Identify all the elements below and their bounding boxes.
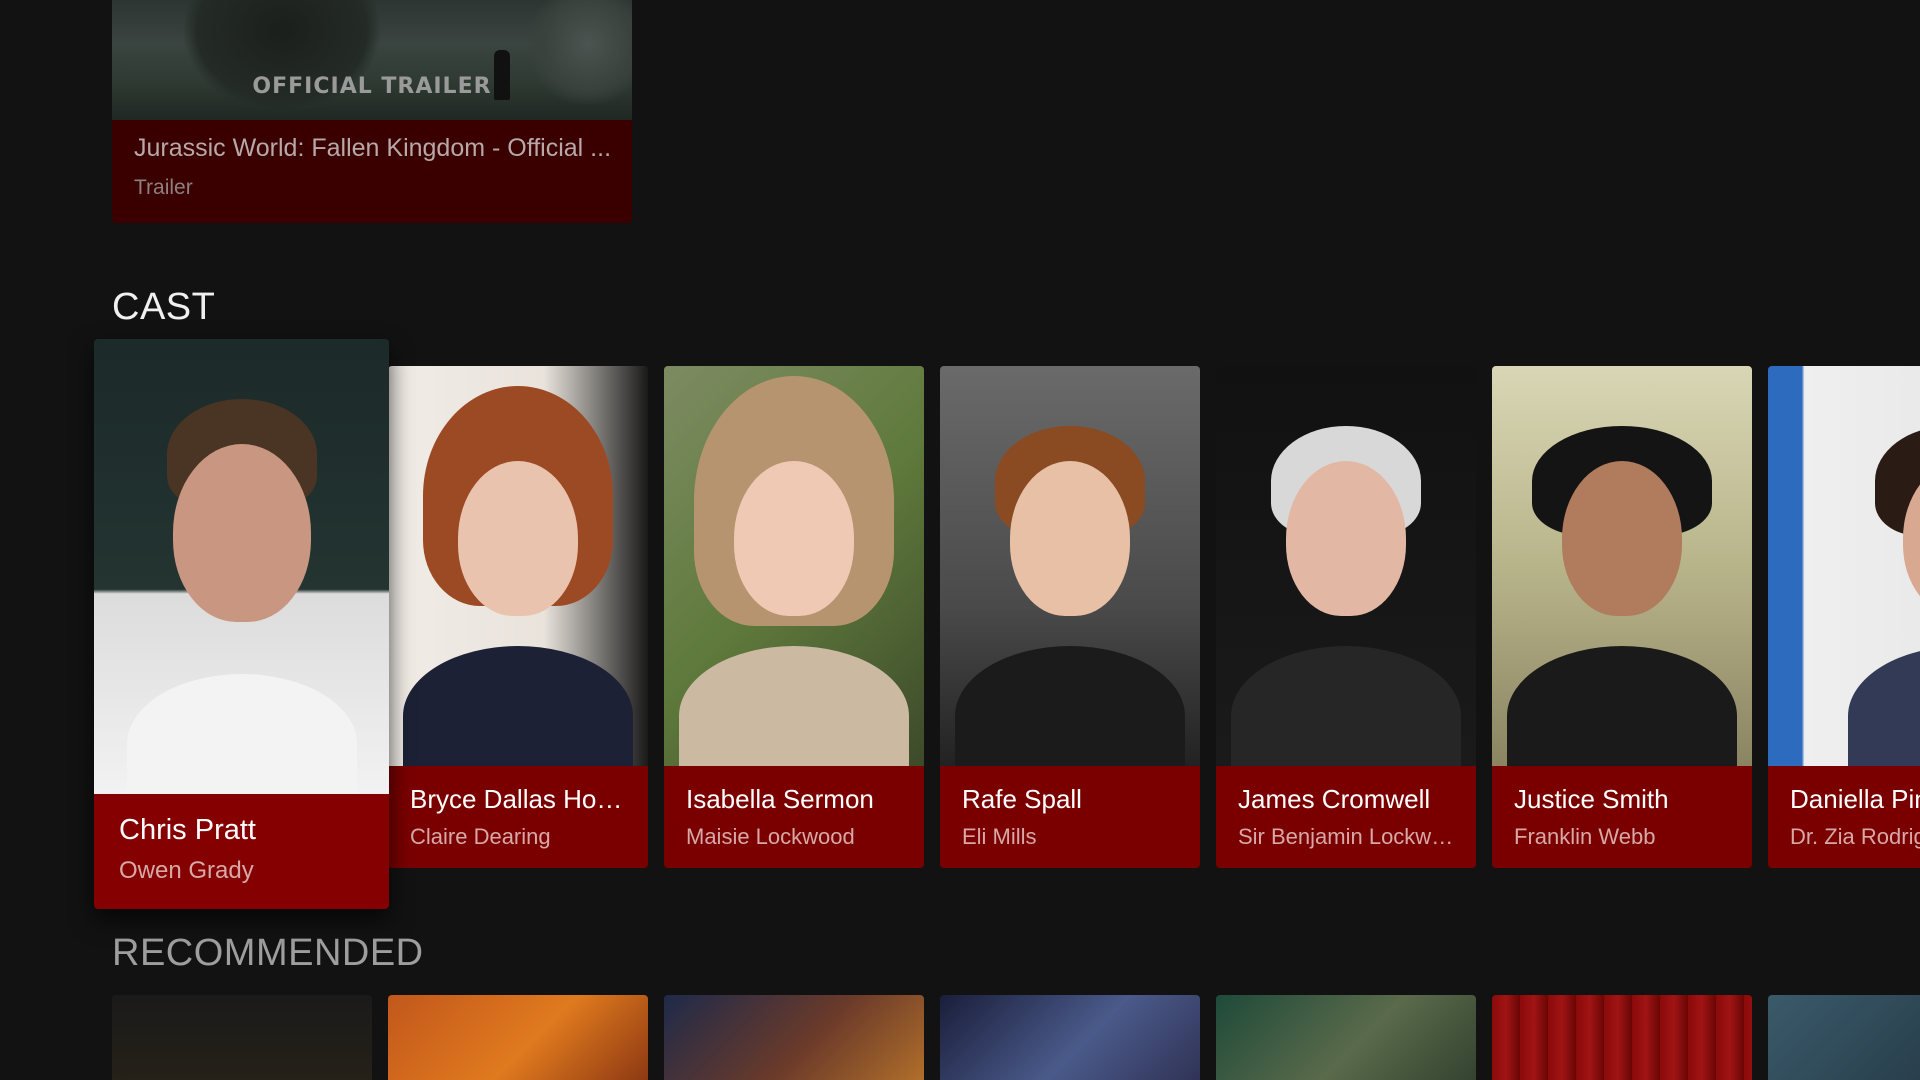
cast-name: Justice Smith [1514, 784, 1669, 814]
recommended-card[interactable] [1768, 995, 1920, 1080]
cast-role: Maisie Lockwood [686, 824, 855, 849]
cast-photo [1492, 366, 1752, 766]
cast-photo [388, 366, 648, 766]
cast-photo [94, 339, 389, 794]
cast-card[interactable]: Rafe Spall Eli Mills [940, 366, 1200, 868]
cast-name: Daniella Pineda [1790, 784, 1920, 814]
trailer-subtitle: Trailer [134, 176, 193, 199]
cast-card[interactable]: Chris Pratt Owen Grady [94, 339, 389, 909]
recommended-card[interactable] [1216, 995, 1476, 1080]
photo-face [172, 444, 311, 622]
photo-dress [403, 646, 633, 766]
cast-section-title: CAST [112, 286, 216, 328]
cast-card[interactable]: Daniella Pineda Dr. Zia Rodriguez [1768, 366, 1920, 868]
trailer-title: Jurassic World: Fallen Kingdom - Officia… [134, 134, 612, 162]
photo-suit [1507, 646, 1737, 766]
cast-name: Bryce Dallas How... [410, 784, 630, 814]
cast-role: Eli Mills [962, 824, 1037, 849]
recommended-card[interactable] [388, 995, 648, 1080]
recommended-section-title: RECOMMENDED [112, 932, 424, 974]
photo-face [734, 461, 854, 616]
cast-photo [1768, 366, 1920, 766]
recommended-card[interactable] [112, 995, 372, 1080]
photo-face [1562, 461, 1682, 616]
cast-photo [664, 366, 924, 766]
trailer-watermark: OFFICIAL TRAILER [252, 74, 492, 99]
cast-name: Chris Pratt [119, 814, 256, 846]
recommended-card[interactable] [1492, 995, 1752, 1080]
recommended-card[interactable] [940, 995, 1200, 1080]
cast-card[interactable]: Justice Smith Franklin Webb [1492, 366, 1752, 868]
photo-shirt [126, 674, 357, 794]
cast-role: Owen Grady [119, 857, 254, 884]
cast-role: Claire Dearing [410, 824, 551, 849]
trailer-thumbnail: OFFICIAL TRAILER [112, 0, 632, 120]
cast-card[interactable]: Bryce Dallas How... Claire Dearing [388, 366, 648, 868]
cast-card[interactable]: Isabella Sermon Maisie Lockwood [664, 366, 924, 868]
photo-suit [955, 646, 1185, 766]
cast-role: Franklin Webb [1514, 824, 1656, 849]
cast-name: Isabella Sermon [686, 784, 874, 814]
cast-role: Sir Benjamin Lockwo... [1238, 824, 1458, 849]
cast-name: Rafe Spall [962, 784, 1082, 814]
photo-face [1286, 461, 1406, 616]
trailer-card[interactable]: OFFICIAL TRAILER Jurassic World: Fallen … [112, 0, 632, 223]
cast-name: James Cromwell [1238, 784, 1431, 814]
cast-photo [940, 366, 1200, 766]
recommended-card[interactable] [664, 995, 924, 1080]
cast-photo [1216, 366, 1476, 766]
photo-dress [1848, 646, 1920, 766]
photo-face [458, 461, 578, 616]
photo-coat [679, 646, 909, 766]
cast-card[interactable]: James Cromwell Sir Benjamin Lockwo... [1216, 366, 1476, 868]
photo-face [1010, 461, 1130, 616]
photo-suit [1231, 646, 1461, 766]
cast-role: Dr. Zia Rodriguez [1790, 824, 1920, 849]
movie-details-page: OFFICIAL TRAILER Jurassic World: Fallen … [0, 0, 1920, 1080]
